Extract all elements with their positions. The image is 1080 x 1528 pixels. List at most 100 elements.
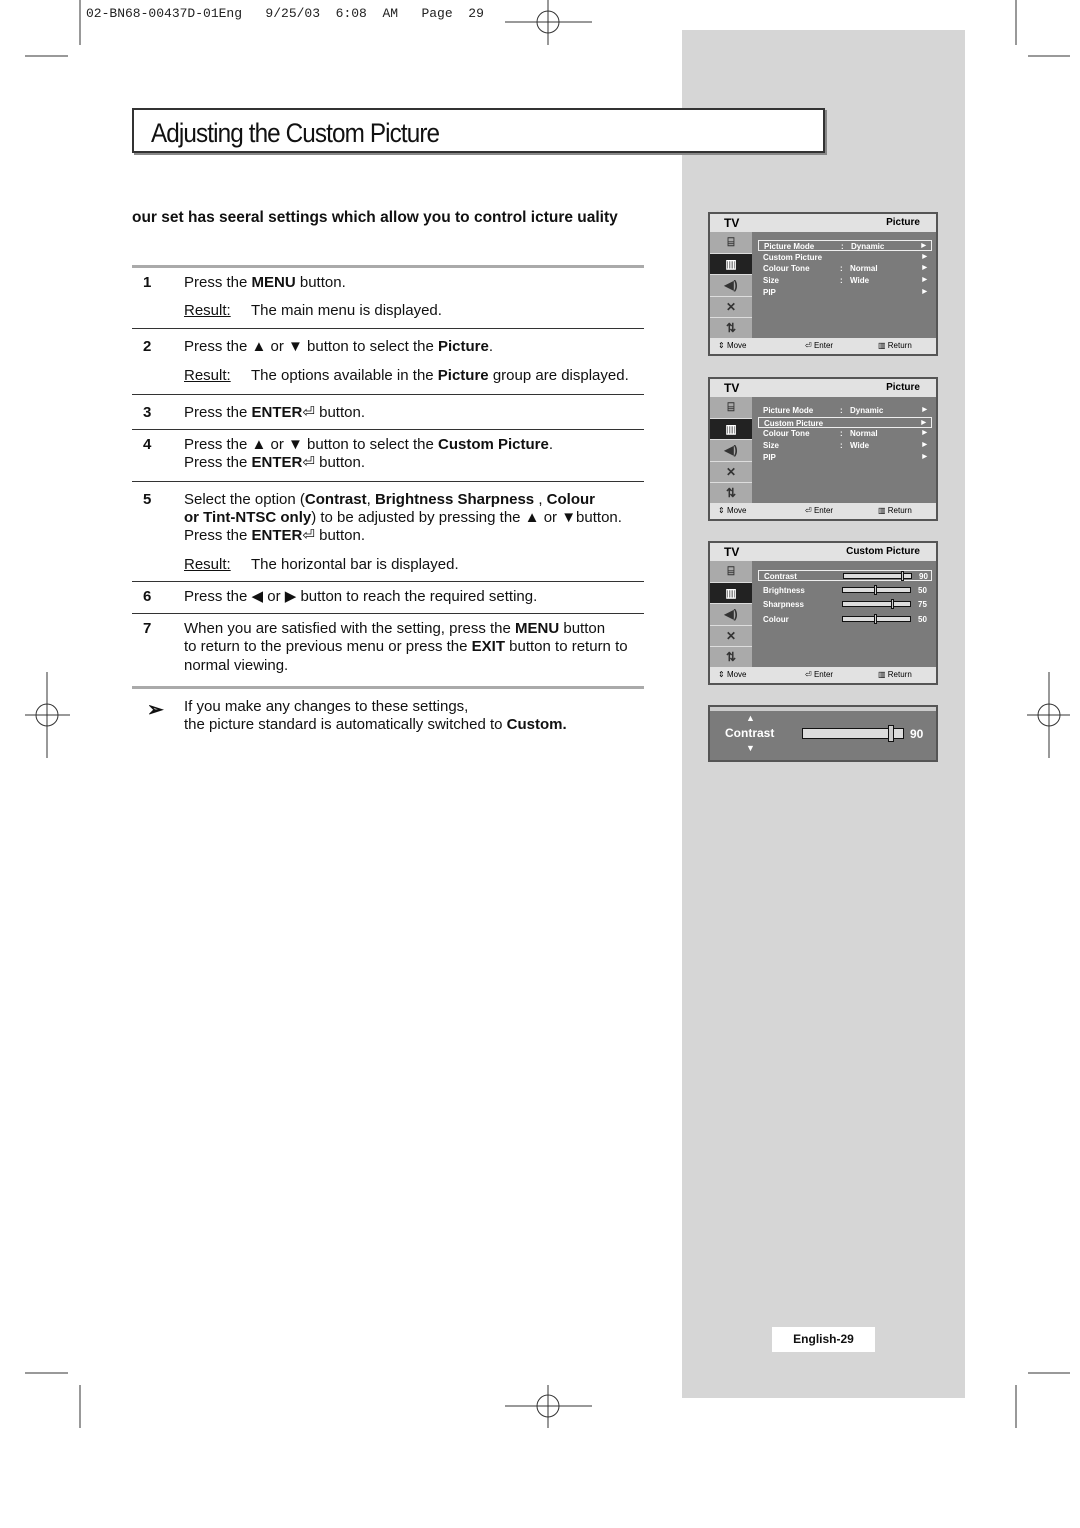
slider-knob[interactable] (874, 584, 877, 595)
return-icon: ▥ (878, 506, 888, 515)
menu-item-value: Wide (850, 441, 870, 451)
note-text: the picture standard is automatically sw… (184, 716, 567, 734)
note-text: If you make any changes to these setting… (184, 698, 468, 716)
menu-header: TV Picture (710, 379, 936, 397)
divider (132, 481, 644, 482)
separator: : (840, 429, 843, 439)
menu-item[interactable]: Custom Picture ▶ (758, 416, 932, 428)
enter-label: Enter (813, 506, 834, 515)
text-segment: button. (295, 274, 346, 291)
enter-hint: ⏎ Enter (805, 506, 833, 515)
move-hint: ⇕ Move (718, 341, 747, 350)
slider-knob[interactable] (874, 613, 877, 624)
menu-item[interactable]: Colour Tone: Normal ▶ (758, 263, 932, 274)
menu-item[interactable]: Picture Mode: Dynamic ▶ (758, 240, 932, 251)
step-text: Press the ▲ or ▼ button to select the Pi… (184, 338, 493, 356)
slider-item[interactable]: Colour 50 (758, 613, 932, 625)
move-label: Move (726, 341, 747, 350)
sound-icon[interactable]: ◀) (710, 275, 752, 297)
divider (132, 429, 644, 430)
page-title: Adjusting the Custom Picture (151, 118, 440, 148)
enter-hint: ⏎ Enter (805, 341, 833, 350)
slider-bar[interactable] (842, 584, 911, 595)
menu-item[interactable]: Custom Picture ▶ (758, 252, 932, 263)
sound-icon[interactable]: ◀) (710, 440, 752, 462)
enter-hint: ⏎ Enter (805, 670, 833, 679)
menu-item-label: Picture Mode (764, 242, 815, 251)
text-segment: MENU (251, 274, 296, 291)
channel-satellite-icon[interactable]: ✕ (710, 297, 752, 319)
menu-item-value: Normal (850, 264, 878, 274)
slider-bar[interactable] (843, 571, 912, 581)
picture-icon[interactable]: ▥ (710, 253, 752, 276)
slider-value: 50 (918, 614, 927, 624)
slider-label: Contrast (764, 572, 797, 581)
result-label: Result: (184, 556, 231, 573)
menu-item-label: Size (763, 441, 780, 451)
channel-satellite-icon[interactable]: ✕ (710, 462, 752, 484)
result-label: Result: (184, 302, 231, 319)
step-result: Result: The options available in the Pict… (184, 367, 629, 384)
contrast-slider-knob[interactable] (888, 725, 894, 742)
sound-icon[interactable]: ◀) (710, 604, 752, 626)
menu-item-value: Normal (850, 429, 878, 439)
step-text: Press the ENTER⏎ button. (184, 527, 365, 545)
setup-icon[interactable]: ⇅ (710, 483, 752, 505)
move-icon: ⇕ (718, 506, 727, 515)
picture-icon[interactable]: ▥ (710, 582, 752, 605)
text-segment: Press the ▲ or ▼ button to select the (184, 338, 438, 355)
menu-item[interactable]: Size: Wide ▶ (758, 275, 932, 286)
text-segment: Contrast (304, 491, 367, 508)
channel-satellite-icon[interactable]: ✕ (710, 626, 752, 648)
text-segment: to return to the previous menu or press … (184, 638, 472, 655)
antenna-input-icon[interactable]: ⌸ (710, 232, 752, 254)
return-hint: ▥ Return (878, 341, 912, 350)
text-segment: EXIT (471, 638, 505, 655)
result-label: Result: (184, 367, 231, 384)
menu-icon-column: ⌸ ▥ ◀) ✕ ⇅ (710, 397, 752, 505)
contrast-value: 90 (910, 727, 924, 741)
slider-item[interactable]: Contrast 90 (758, 570, 932, 581)
return-icon: ▥ (878, 341, 888, 350)
arrow-right-icon: ▶ (922, 442, 927, 449)
osd-menu: TV Picture ⌸ ▥ ◀) ✕ ⇅ Picture Mode: Dynamic ▶ Cust… (708, 377, 938, 521)
menu-item-value: Wide (850, 276, 870, 286)
step-text: Press the MENU button. (184, 274, 346, 292)
slider-item[interactable]: Sharpness 75 (758, 599, 932, 610)
arrow-right-icon: ▶ (922, 265, 927, 272)
setup-icon[interactable]: ⇅ (710, 318, 752, 340)
text-segment: Colour (546, 491, 595, 508)
text-segment: The options available in the (251, 367, 438, 384)
menu-item[interactable]: Size: Wide ▶ (758, 440, 932, 451)
setup-icon[interactable]: ⇅ (710, 647, 752, 669)
menu-title: Picture (886, 217, 920, 228)
slider-label: Brightness (763, 585, 805, 595)
menu-item-label: PIP (763, 452, 776, 462)
text-segment: or Tint-NTSC only (184, 509, 312, 526)
menu-item[interactable]: Picture Mode: Dynamic ▶ (758, 405, 932, 416)
slider-item[interactable]: Brightness 50 (758, 584, 932, 596)
menu-item[interactable]: Colour Tone: Normal ▶ (758, 428, 932, 439)
antenna-input-icon[interactable]: ⌸ (710, 561, 752, 583)
menu-item[interactable]: PIP ▶ (758, 287, 932, 298)
divider (132, 581, 644, 582)
slider-knob[interactable] (901, 571, 905, 581)
slider-bar[interactable] (842, 613, 911, 624)
contrast-slider[interactable] (802, 725, 904, 742)
slider-knob[interactable] (890, 599, 894, 609)
antenna-input-icon[interactable]: ⌸ (710, 397, 752, 419)
menu-item[interactable]: PIP ▶ (758, 452, 932, 463)
slider-label: Colour (763, 614, 789, 624)
return-hint: ▥ Return (878, 506, 912, 515)
text-segment: Press the (184, 527, 252, 544)
step-number: 7 (143, 620, 152, 637)
text-segment: Custom Picture (437, 436, 549, 453)
text-segment: button (559, 620, 606, 637)
step-text: or Tint-NTSC only) to be adjusted by pre… (184, 509, 622, 527)
menu-item-label: Colour Tone (763, 264, 810, 274)
divider (132, 394, 644, 395)
step-result: Result: The horizontal bar is displayed. (184, 556, 459, 573)
slider-bar[interactable] (842, 599, 911, 609)
picture-icon[interactable]: ▥ (710, 418, 752, 441)
separator: : (840, 406, 843, 415)
